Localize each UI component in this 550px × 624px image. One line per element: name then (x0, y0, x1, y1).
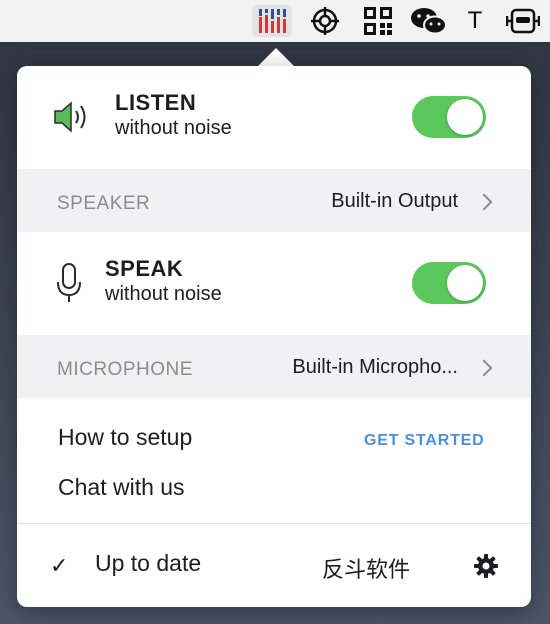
listen-title: LISTEN (115, 90, 197, 115)
target-icon[interactable] (307, 5, 343, 37)
toggle-knob (447, 99, 483, 135)
speaker-value: Built-in Output (331, 190, 458, 212)
popover-panel: LISTEN without noise SPEAKER Built-in Ou… (17, 66, 531, 607)
speak-title: SPEAK (105, 256, 184, 281)
qr-icon[interactable] (360, 5, 396, 37)
text-icon[interactable]: T (462, 5, 488, 37)
checkmark-icon: ✓ (50, 553, 69, 578)
microphone-icon (55, 262, 83, 309)
menu-bar: T (0, 0, 550, 42)
divider (17, 523, 531, 524)
gear-icon[interactable] (473, 553, 499, 579)
toggle-knob (447, 265, 483, 301)
listen-section: LISTEN without noise (17, 66, 531, 169)
chevron-right-icon (475, 193, 493, 211)
robot-icon[interactable] (504, 5, 542, 37)
chevron-right-icon (475, 359, 493, 377)
get-started-button[interactable]: GET STARTED (364, 432, 485, 450)
chat-with-us-link[interactable]: Chat with us (58, 474, 185, 501)
speak-section: SPEAK without noise (17, 232, 531, 335)
speaker-icon (53, 100, 91, 139)
speak-subtitle: without noise (105, 283, 222, 305)
equalizer-icon[interactable] (252, 5, 292, 37)
brand-label: 反斗软件 (322, 557, 411, 582)
wechat-icon[interactable] (408, 5, 450, 37)
speak-toggle[interactable] (412, 262, 486, 304)
popover-arrow (256, 48, 296, 68)
microphone-value: Built-in Micropho... (292, 356, 458, 378)
speaker-row[interactable]: SPEAKER Built-in Output (17, 169, 531, 232)
how-to-setup-link[interactable]: How to setup (58, 424, 192, 451)
microphone-row[interactable]: MICROPHONE Built-in Micropho... (17, 335, 531, 398)
listen-toggle[interactable] (412, 96, 486, 138)
listen-subtitle: without noise (115, 117, 232, 139)
speaker-label: SPEAKER (57, 193, 151, 214)
microphone-label: MICROPHONE (57, 359, 193, 380)
update-status: Up to date (95, 550, 202, 576)
